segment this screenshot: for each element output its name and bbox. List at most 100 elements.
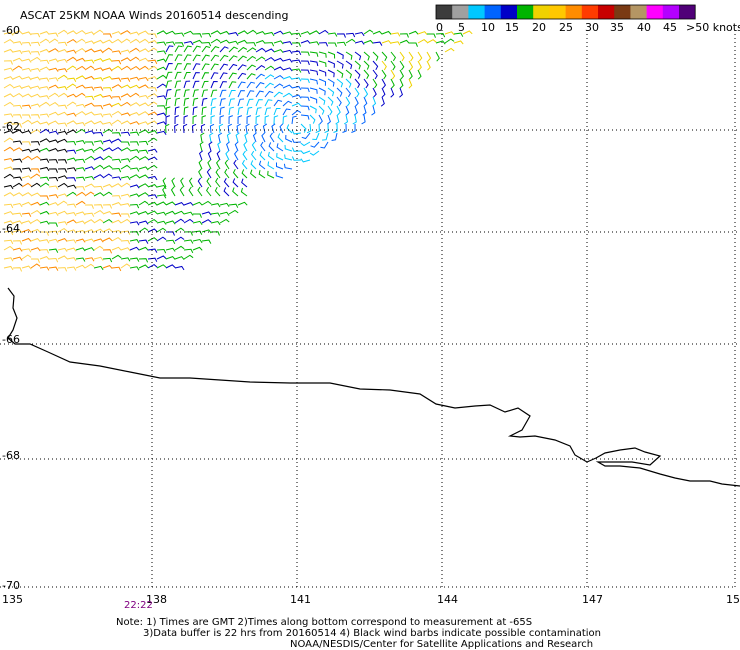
wind-barb bbox=[372, 51, 379, 61]
wind-barb bbox=[129, 167, 140, 172]
wind-barb bbox=[264, 48, 275, 53]
wind-barb bbox=[39, 195, 49, 200]
wind-barb bbox=[147, 148, 158, 153]
wind-barb bbox=[93, 93, 104, 98]
wind-barb bbox=[192, 201, 203, 206]
wind-barb bbox=[363, 96, 368, 107]
wind-barb bbox=[273, 66, 284, 71]
wind-barb bbox=[30, 218, 41, 224]
wind-barb bbox=[273, 83, 284, 89]
wind-barb bbox=[57, 49, 68, 53]
wind-barb bbox=[282, 100, 293, 107]
wind-barb bbox=[102, 257, 113, 263]
wind-barb bbox=[39, 48, 50, 53]
wind-barb bbox=[48, 32, 59, 37]
wind-barb bbox=[210, 54, 220, 62]
wind-barb bbox=[210, 115, 215, 125]
wind-barb bbox=[300, 158, 311, 163]
wind-barb bbox=[75, 65, 86, 71]
wind-barb bbox=[48, 257, 59, 263]
wind-barb bbox=[111, 146, 122, 152]
wind-barb bbox=[75, 75, 86, 80]
wind-barb bbox=[345, 87, 352, 98]
wind-barb bbox=[30, 32, 41, 38]
wind-barb bbox=[129, 76, 140, 81]
wind-barb bbox=[210, 38, 221, 44]
wind-barb bbox=[435, 32, 446, 38]
wind-barb bbox=[237, 98, 245, 107]
wind-barb bbox=[120, 213, 130, 218]
wind-barb bbox=[66, 203, 77, 208]
wind-barb bbox=[48, 248, 59, 253]
wind-barb bbox=[156, 255, 167, 260]
wind-barb bbox=[48, 148, 59, 152]
wind-barb bbox=[165, 256, 176, 260]
wind-barb bbox=[246, 98, 254, 107]
wind-barb bbox=[120, 101, 131, 107]
legend-color-swatch bbox=[630, 5, 647, 19]
wind-barb bbox=[174, 97, 181, 107]
wind-barb bbox=[381, 69, 387, 80]
wind-barb bbox=[39, 256, 50, 260]
wind-barb bbox=[318, 105, 325, 115]
wind-barb bbox=[39, 158, 50, 163]
legend-color-swatch bbox=[679, 5, 696, 19]
wind-barb bbox=[192, 89, 199, 98]
wind-barb bbox=[75, 103, 86, 108]
wind-barb bbox=[39, 77, 50, 82]
wind-barb bbox=[12, 65, 23, 71]
wind-barb bbox=[206, 168, 212, 179]
legend-color-swatch bbox=[549, 5, 566, 19]
wind-barb bbox=[219, 89, 227, 98]
wind-barb bbox=[291, 50, 302, 56]
wind-barb bbox=[102, 265, 113, 269]
wind-barb bbox=[327, 69, 335, 78]
wind-barb bbox=[120, 247, 131, 252]
wind-barb bbox=[129, 141, 140, 146]
wind-barb bbox=[192, 115, 197, 125]
wind-barb bbox=[250, 169, 257, 179]
wind-barb bbox=[284, 154, 293, 161]
wind-barb bbox=[21, 182, 32, 188]
wind-barb bbox=[12, 168, 23, 173]
wind-barb bbox=[318, 78, 327, 86]
wind-barb bbox=[120, 38, 131, 44]
wind-barb bbox=[3, 146, 14, 152]
wind-barb bbox=[327, 60, 335, 68]
wind-barb bbox=[174, 80, 182, 89]
wind-barb bbox=[273, 74, 284, 80]
wind-barb bbox=[48, 77, 59, 82]
wind-barb bbox=[309, 69, 319, 76]
wind-barb bbox=[84, 204, 94, 209]
wind-barb bbox=[138, 84, 149, 89]
wind-barb bbox=[75, 191, 86, 197]
wind-barb bbox=[21, 31, 32, 36]
wind-barb bbox=[30, 120, 41, 125]
wind-barb bbox=[120, 30, 131, 35]
wind-barb bbox=[199, 141, 204, 152]
wind-barb bbox=[237, 30, 248, 35]
wind-barb bbox=[201, 41, 212, 47]
wind-barb bbox=[111, 96, 122, 101]
wind-barb bbox=[217, 132, 223, 143]
wind-barb bbox=[170, 186, 176, 197]
wind-barb bbox=[21, 229, 32, 233]
wind-barb bbox=[318, 42, 329, 47]
wind-barb bbox=[66, 177, 77, 182]
wind-barb bbox=[111, 202, 122, 206]
wind-barb bbox=[254, 123, 259, 134]
wind-barb bbox=[192, 33, 203, 38]
wind-barb bbox=[291, 68, 302, 73]
wind-barb bbox=[174, 71, 182, 80]
wind-barb bbox=[138, 220, 149, 225]
wind-barb bbox=[300, 87, 310, 93]
wind-barb bbox=[300, 31, 311, 36]
wind-barb bbox=[84, 212, 95, 217]
wind-barb bbox=[30, 67, 41, 73]
wind-barb bbox=[57, 58, 68, 63]
wind-barb bbox=[66, 38, 77, 44]
wind-barb bbox=[217, 141, 222, 152]
legend-color-swatch bbox=[436, 5, 453, 19]
wind-barb bbox=[75, 264, 86, 269]
wind-barb bbox=[250, 150, 257, 161]
